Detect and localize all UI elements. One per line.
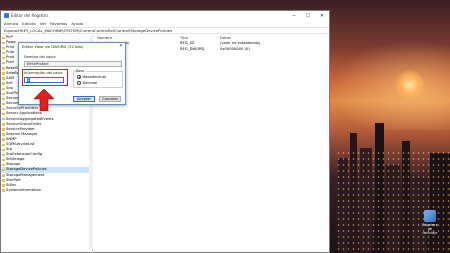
desktop-icon-recycle-bin[interactable]: Papelera de reciclaje xyxy=(420,210,440,235)
annotation-arrow-icon xyxy=(34,89,54,111)
menu-bar: Archivo Edición Ver Favoritos Ayuda xyxy=(1,20,329,27)
minimize-button[interactable]: ─ xyxy=(287,11,301,20)
city-lights xyxy=(336,150,450,250)
close-button[interactable]: ✕ xyxy=(315,11,329,20)
radio-decimal[interactable]: Decimal xyxy=(77,81,97,85)
menu-ver[interactable]: Ver xyxy=(40,21,46,26)
tree-item[interactable]: SystemInformation xyxy=(1,188,92,193)
maximize-button[interactable]: ☐ xyxy=(301,11,315,20)
menu-ayuda[interactable]: Ayuda xyxy=(71,21,83,26)
values-list: Nombre Tipo Datos (predeterminado) REG_S… xyxy=(94,35,330,253)
address-bar[interactable]: Equipo\HKEY_LOCAL_MACHINE\SYSTEM\Current… xyxy=(1,27,329,34)
title-bar[interactable]: Editor del Registro ─ ☐ ✕ xyxy=(1,11,329,20)
sky-glow xyxy=(330,40,450,130)
base-groupbox xyxy=(73,71,123,88)
radio-hex-label: Hexadecimal xyxy=(82,75,106,79)
menu-archivo[interactable]: Archivo xyxy=(4,21,18,26)
radio-dec-label: Decimal xyxy=(82,81,98,85)
desktop-icon-label: Papelera de reciclaje xyxy=(422,223,438,235)
cancel-button[interactable]: Cancelar xyxy=(99,96,121,102)
list-row[interactable]: WriteProtect REG_DWORD 0x00000000 (0) xyxy=(94,47,330,53)
sunset-sun xyxy=(395,70,425,100)
regedit-icon xyxy=(4,13,9,18)
dialog-title-bar[interactable]: Editar valor de DWORD (32 bits) ✕ xyxy=(19,43,125,50)
menu-favoritos[interactable]: Favoritos xyxy=(50,21,67,26)
annotation-highlight-box xyxy=(22,69,68,86)
window-title: Editor del Registro xyxy=(11,13,48,18)
menu-edicion[interactable]: Edición xyxy=(22,21,36,26)
radio-unselected-icon xyxy=(77,81,81,85)
value-name-label: Nombre del valor: xyxy=(24,55,57,59)
value-data: 0x00000000 (0) xyxy=(220,46,250,51)
value-type: REG_DWORD xyxy=(180,46,205,51)
base-label: Base xyxy=(75,69,85,73)
radio-selected-icon xyxy=(77,75,81,79)
radio-hexadecimal[interactable]: Hexadecimal xyxy=(77,75,106,79)
ok-button[interactable]: Aceptar xyxy=(73,96,95,102)
dialog-title: Editar valor de DWORD (32 bits) xyxy=(22,44,84,49)
dialog-close-icon[interactable]: ✕ xyxy=(117,44,125,49)
recycle-bin-icon xyxy=(424,210,436,222)
value-name-field[interactable]: WriteProtect xyxy=(24,61,122,67)
